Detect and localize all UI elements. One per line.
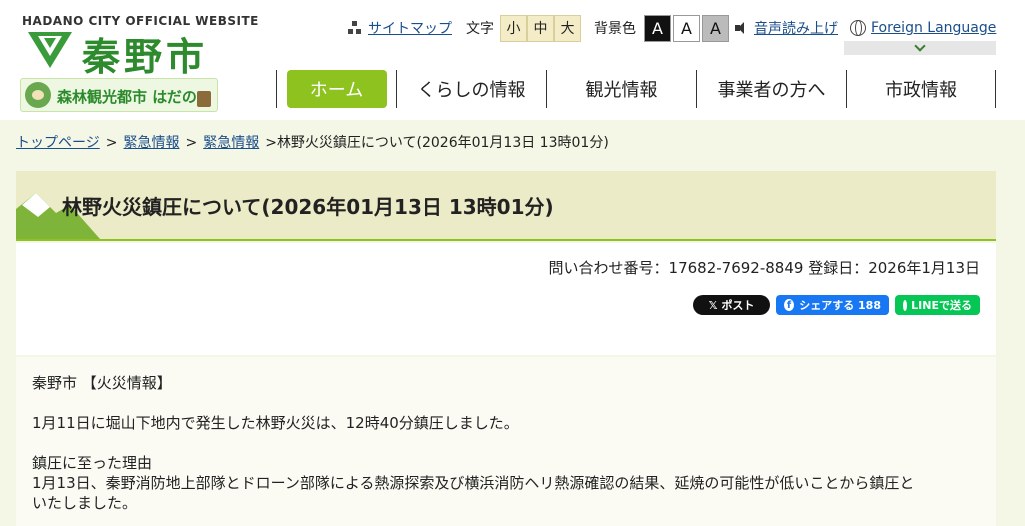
bg-grey-button[interactable]: A: [702, 14, 729, 42]
voice-reader-group: 音声読み上げ: [734, 14, 838, 42]
font-size-small-button[interactable]: 小: [500, 14, 527, 42]
chevron-down-icon: [914, 40, 926, 52]
x-post-label: ポスト: [721, 299, 755, 312]
facebook-share-button[interactable]: f シェアする 188: [776, 295, 889, 315]
breadcrumb-emergency-sub[interactable]: 緊急情報: [203, 135, 259, 151]
nav-admin[interactable]: 市政情報: [846, 70, 996, 108]
font-size-large-button[interactable]: 大: [554, 14, 581, 42]
mascot-icon: [25, 82, 51, 108]
font-size-controls: 文字 小 中 大: [466, 14, 581, 42]
nav-home[interactable]: ホーム: [286, 70, 387, 108]
article-body: 秦野市 【火災情報】 1月11日に堀山下地内で発生した林野火災は、12時40分鎮…: [16, 357, 996, 526]
line-icon: [903, 299, 908, 311]
site-header: HADANO CITY OFFICIAL WEBSITE 秦野市 森林観光都市 …: [0, 0, 1025, 120]
language-menu-toggle[interactable]: [844, 40, 996, 55]
x-post-button[interactable]: 𝕏 ポスト: [693, 295, 770, 315]
speaker-icon: [734, 20, 750, 36]
facebook-icon: f: [784, 299, 795, 311]
x-logo-icon: 𝕏: [708, 298, 718, 312]
bg-black-button[interactable]: A: [644, 14, 671, 42]
main-content: トップページ > 緊急情報 > 緊急情報 >林野火災鎮圧について(2026年01月13日 …: [0, 120, 1025, 526]
inquiry-meta: 問い合わせ番号：17682-7692-8849 登録日：2026年1月13日: [548, 259, 980, 277]
background-color-controls: 背景色 A A A: [594, 14, 729, 42]
globe-icon: [850, 20, 866, 36]
line-send-label: LINEで送る: [911, 299, 972, 312]
city-emblem-icon[interactable]: [26, 30, 74, 70]
nav-tourism[interactable]: 観光情報: [546, 70, 696, 108]
page-title: 林野火災鎮圧について(2026年01月13日 13時01分): [62, 195, 554, 219]
tree-stump-icon: [197, 91, 211, 107]
page-title-box: 林野火災鎮圧について(2026年01月13日 13時01分): [16, 171, 996, 241]
breadcrumb-emergency[interactable]: 緊急情報: [123, 135, 179, 151]
meta-box: 問い合わせ番号：17682-7692-8849 登録日：2026年1月13日 𝕏…: [16, 243, 996, 355]
nav-business[interactable]: 事業者の方へ: [696, 70, 846, 108]
foreign-language-link[interactable]: Foreign Language: [871, 20, 996, 36]
article-paragraph: 秦野市 【火災情報】: [32, 374, 172, 392]
share-buttons: 𝕏 ポスト f シェアする 188 LINEで送る: [693, 295, 980, 315]
sitemap-icon: [348, 21, 362, 35]
breadcrumb: トップページ > 緊急情報 > 緊急情報 >林野火災鎮圧について(2026年01月13日 …: [16, 132, 609, 152]
bg-white-button[interactable]: A: [673, 14, 700, 42]
site-logo-text[interactable]: 秦野市: [82, 26, 208, 81]
facebook-share-label: シェアする 188: [799, 299, 881, 312]
breadcrumb-current: 林野火災鎮圧について(2026年01月13日 13時01分): [276, 135, 609, 151]
global-navigation: ホーム くらしの情報 観光情報 事業者の方へ 市政情報: [276, 70, 996, 108]
sitemap-link[interactable]: サイトマップ: [368, 18, 452, 38]
font-size-medium-button[interactable]: 中: [527, 14, 554, 42]
nav-living[interactable]: くらしの情報: [396, 70, 546, 108]
breadcrumb-separator: >: [185, 135, 198, 151]
article-text: 秦野市 【火災情報】 1月11日に堀山下地内で発生した林野火災は、12時40分鎮…: [32, 373, 982, 513]
article-paragraph: 1月13日、秦野消防地上部隊とドローン部隊による熱源探索及び横浜消防ヘリ熱源確認…: [32, 474, 915, 492]
background-color-label: 背景色: [594, 21, 636, 37]
line-send-button[interactable]: LINEで送る: [895, 295, 980, 315]
forest-tourism-banner[interactable]: 森林観光都市 はだの: [20, 78, 218, 112]
banner-label: 森林観光都市 はだの: [57, 88, 197, 106]
breadcrumb-top[interactable]: トップページ: [16, 135, 100, 151]
breadcrumb-separator: >: [105, 135, 118, 151]
voice-reader-link[interactable]: 音声読み上げ: [754, 18, 838, 38]
article-paragraph: 鎮圧に至った理由: [32, 454, 153, 472]
breadcrumb-separator: >: [265, 135, 277, 151]
font-size-label: 文字: [466, 21, 494, 37]
nav-home-wrap: ホーム: [276, 70, 396, 108]
article-paragraph: いたしました。: [32, 494, 138, 512]
article-paragraph: 1月11日に堀山下地内で発生した林野火災は、12時40分鎮圧しました。: [32, 414, 519, 432]
foreign-language-group: Foreign Language: [850, 14, 996, 42]
sitemap-link-group: サイトマップ: [348, 14, 452, 42]
